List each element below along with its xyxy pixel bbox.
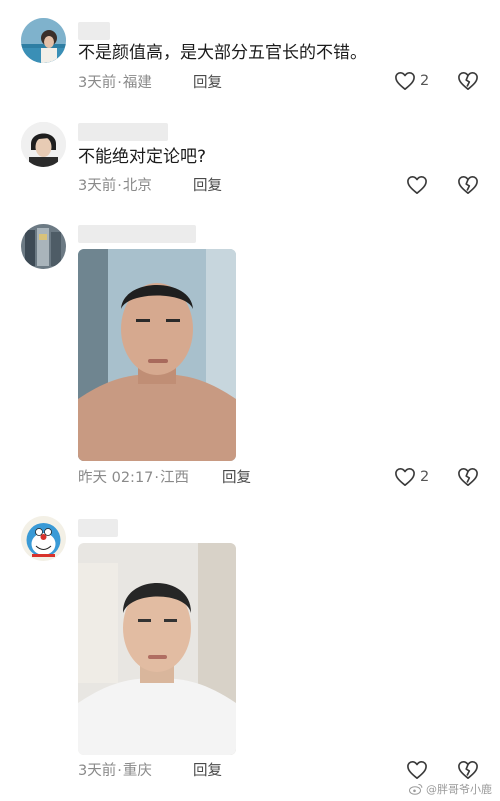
like-button[interactable]: 2 — [394, 467, 429, 487]
comment-location: 江西 — [160, 470, 190, 486]
username-redacted[interactable] — [78, 123, 168, 141]
comment-meta: 3天前·北京 — [78, 176, 152, 196]
like-count: 2 — [420, 469, 430, 485]
broken-heart-icon — [458, 468, 478, 486]
comment-1: 不是颜值高，是大部分五官长的不错。 3天前·福建 回复 2 — [0, 0, 500, 110]
heart-outline-icon — [395, 72, 415, 90]
reply-button[interactable]: 回复 — [193, 73, 222, 93]
avatar-photo — [21, 516, 66, 561]
comment-time: 3天前 — [78, 763, 117, 779]
comment-meta: 昨天 02:17·江西 — [78, 468, 189, 488]
weibo-icon — [409, 784, 423, 795]
comment-time: 3天前 — [78, 178, 117, 194]
like-count: 2 — [420, 73, 430, 89]
selfie-photo — [78, 249, 236, 461]
like-button[interactable] — [406, 760, 432, 780]
comment-text: 不能绝对定论吧? — [78, 147, 207, 167]
heart-outline-icon — [407, 176, 427, 194]
like-button[interactable] — [406, 175, 432, 195]
comment-location: 北京 — [122, 178, 152, 194]
meta-separator: · — [154, 470, 160, 486]
avatar-photo — [21, 224, 66, 269]
username-redacted[interactable] — [78, 519, 118, 537]
comment-2: 不能绝对定论吧? 3天前·北京 回复 — [0, 110, 500, 215]
comment-location: 重庆 — [122, 763, 152, 779]
dislike-button[interactable] — [457, 71, 479, 95]
reply-button[interactable]: 回复 — [193, 176, 222, 196]
comment-time: 昨天 02:17 — [78, 470, 154, 486]
heart-outline-icon — [395, 468, 415, 486]
selfie-photo — [78, 543, 236, 755]
avatar[interactable] — [21, 516, 66, 561]
comment-image[interactable] — [78, 543, 236, 755]
comment-time: 3天前 — [78, 75, 117, 91]
broken-heart-icon — [458, 761, 478, 779]
avatar[interactable] — [21, 18, 66, 63]
comment-meta: 3天前·福建 — [78, 73, 152, 93]
comment-location: 福建 — [122, 75, 152, 91]
dislike-button[interactable] — [457, 467, 479, 491]
avatar-photo — [21, 122, 66, 167]
username-redacted[interactable] — [78, 22, 110, 40]
comment-image[interactable] — [78, 249, 236, 461]
meta-separator: · — [117, 763, 122, 779]
avatar[interactable] — [21, 224, 66, 269]
meta-separator: · — [117, 75, 122, 91]
comment-meta: 3天前·重庆 — [78, 761, 152, 781]
avatar[interactable] — [21, 122, 66, 167]
watermark-text: @胖哥爷小鹿 — [426, 783, 492, 796]
comment-3: 昨天 02:17·江西 回复 2 — [0, 215, 500, 505]
username-redacted[interactable] — [78, 225, 196, 243]
avatar-photo — [21, 18, 66, 63]
broken-heart-icon — [458, 176, 478, 194]
meta-separator: · — [117, 178, 122, 194]
heart-outline-icon — [407, 761, 427, 779]
comment-text: 不是颜值高，是大部分五官长的不错。 — [78, 43, 367, 63]
watermark: @胖哥爷小鹿 — [409, 781, 492, 797]
comment-4: 3天前·重庆 回复 — [0, 505, 500, 801]
dislike-button[interactable] — [457, 175, 479, 199]
like-button[interactable]: 2 — [394, 71, 429, 91]
reply-button[interactable]: 回复 — [222, 468, 251, 488]
broken-heart-icon — [458, 72, 478, 90]
reply-button[interactable]: 回复 — [193, 761, 222, 781]
